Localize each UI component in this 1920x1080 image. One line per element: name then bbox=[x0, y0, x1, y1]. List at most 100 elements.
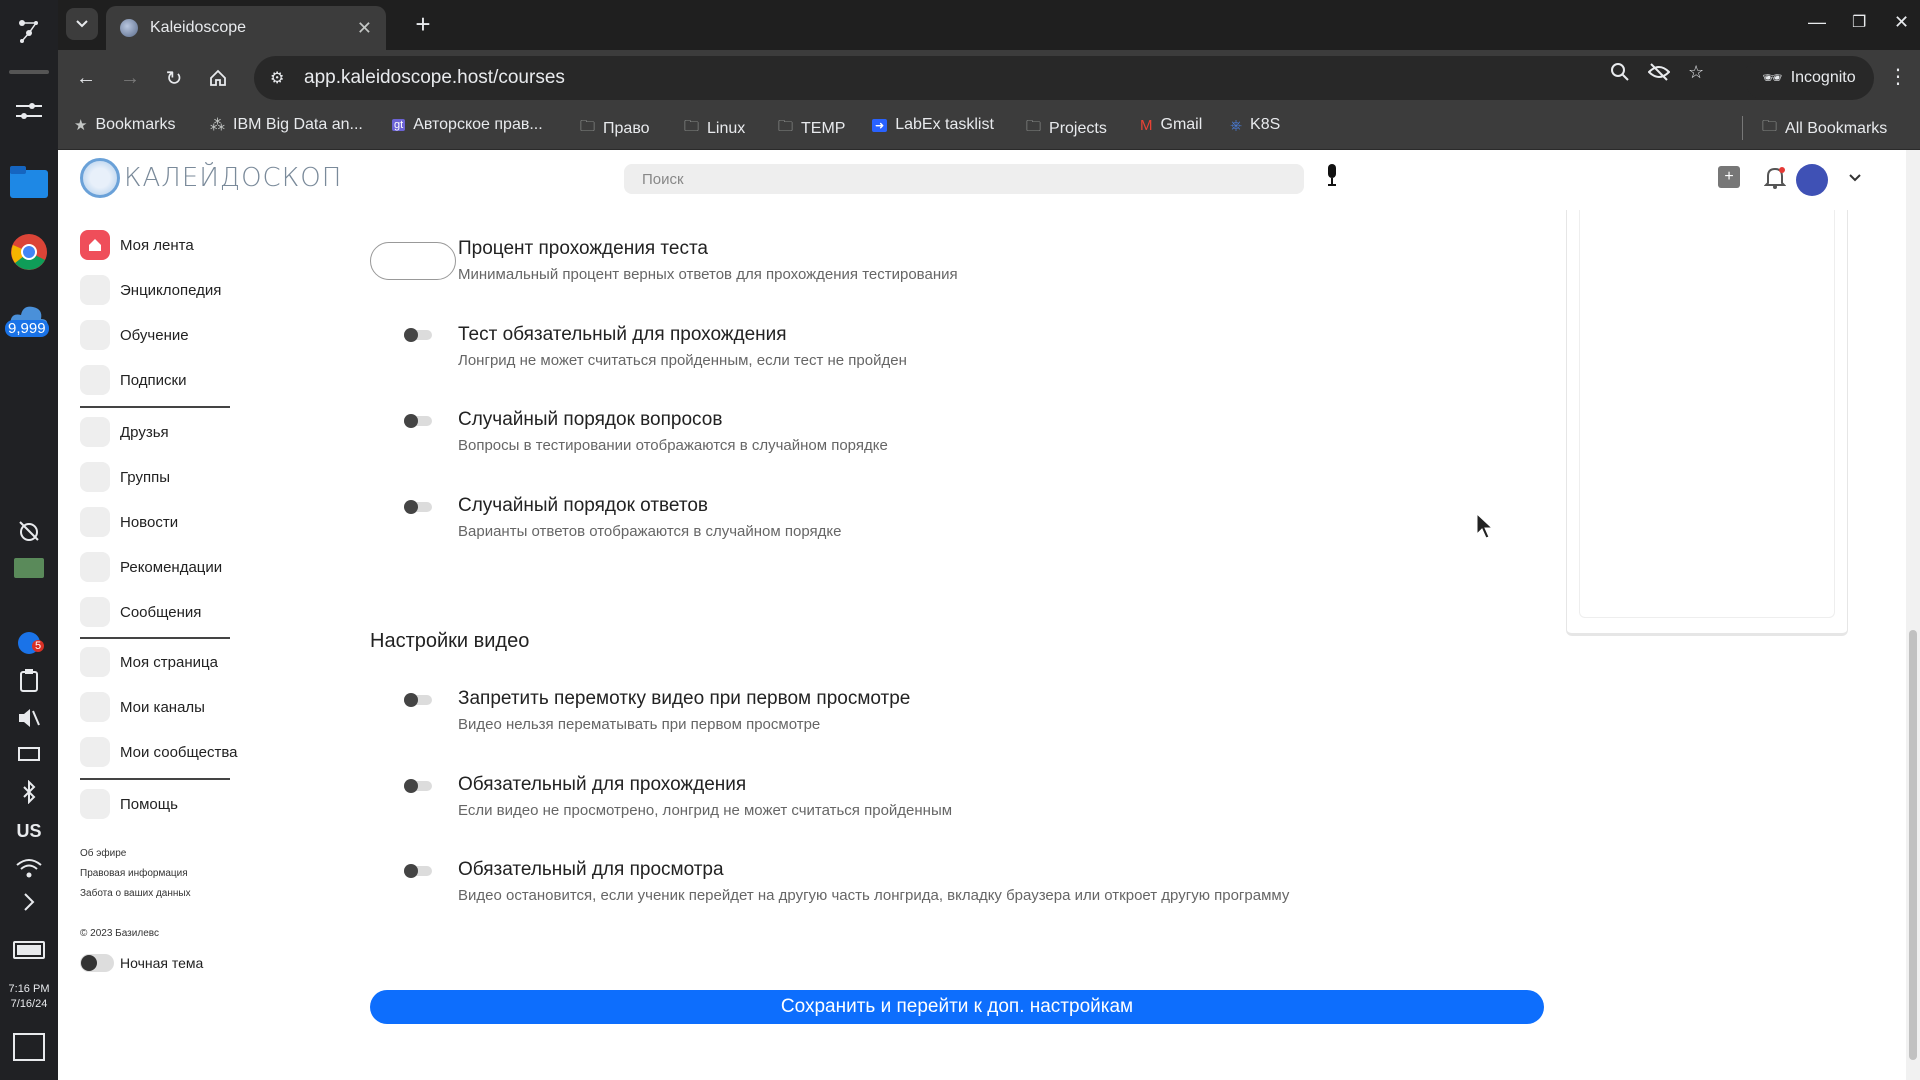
active-tab[interactable]: Kaleidoscope ✕ bbox=[106, 6, 386, 50]
mouse-cursor-icon bbox=[1476, 513, 1494, 539]
sidebar-item-news[interactable]: Новости bbox=[80, 507, 178, 537]
cloud-app-icon[interactable]: 9,999 bbox=[0, 290, 58, 342]
display-icon[interactable] bbox=[0, 742, 58, 766]
bookmark-star-icon[interactable]: ☆ bbox=[1688, 62, 1704, 83]
sidebar-item-feed[interactable]: Моя лента bbox=[80, 230, 194, 260]
sidebar-item-label: Группы bbox=[120, 468, 170, 486]
bookmark-item[interactable]: 🗀 Projects bbox=[1026, 116, 1107, 141]
incognito-indicator[interactable]: 🕶 Incognito bbox=[1744, 56, 1874, 100]
new-tab-button[interactable]: + bbox=[408, 10, 438, 40]
reload-icon[interactable]: ↻ bbox=[158, 62, 190, 94]
keyboard-layout[interactable]: US bbox=[0, 816, 58, 846]
restore-icon[interactable]: ❐ bbox=[1852, 12, 1866, 32]
sidebar-item-friends[interactable]: Друзья bbox=[80, 417, 169, 447]
random-questions-toggle[interactable] bbox=[404, 414, 432, 428]
site-info-icon[interactable]: ⚙ bbox=[270, 68, 292, 88]
browser-menu-icon[interactable]: ⋮ bbox=[1888, 64, 1908, 89]
sidebar-item-groups[interactable]: Группы bbox=[80, 462, 170, 492]
sidebar-item-label: Мои сообщества bbox=[120, 743, 238, 761]
sidebar-item-label: Энциклопедия bbox=[120, 281, 222, 299]
sidebar-item-learning[interactable]: Обучение bbox=[80, 320, 189, 350]
course-settings: Процент прохождения теста Минимальный пр… bbox=[368, 150, 1568, 1080]
tab-close-icon[interactable]: ✕ bbox=[357, 18, 372, 39]
sidebar-item-my-page[interactable]: Моя страница bbox=[80, 647, 218, 677]
sidebar-item-messages[interactable]: Сообщения bbox=[80, 597, 201, 627]
url-text[interactable]: app.kaleidoscope.host/courses bbox=[304, 67, 565, 89]
home-icon[interactable] bbox=[202, 62, 234, 94]
setting-desc: Видео нельзя перематывать при первом про… bbox=[458, 716, 821, 733]
window-close-icon[interactable]: ✕ bbox=[1894, 12, 1909, 33]
folder-icon: 🗀 bbox=[580, 118, 596, 135]
all-bookmarks[interactable]: 🗀 All Bookmarks bbox=[1762, 116, 1887, 141]
setting-title: Запретить перемотку видео при первом про… bbox=[458, 688, 911, 709]
zoom-icon[interactable] bbox=[1610, 62, 1630, 87]
footer-link-privacy[interactable]: Забота о ваших данных bbox=[80, 888, 191, 899]
clock-time[interactable]: 7:16 PM bbox=[0, 982, 58, 997]
bookmark-item[interactable]: ⁂ IBM Big Data an... bbox=[210, 116, 363, 134]
bookmark-item[interactable]: M Gmail bbox=[1140, 116, 1202, 134]
setting-video-required-pass: Обязательный для прохождения Если видео … bbox=[458, 774, 952, 819]
night-theme-switch[interactable] bbox=[80, 954, 114, 972]
bookmark-item[interactable]: ➜ LabEx tasklist bbox=[872, 116, 994, 134]
clipboard-icon[interactable] bbox=[0, 666, 58, 694]
show-desktop-icon[interactable] bbox=[0, 1030, 58, 1064]
bookmark-item[interactable]: 🗀 TEMP bbox=[778, 116, 845, 141]
video-required-pass-toggle[interactable] bbox=[404, 779, 432, 793]
save-and-continue-button[interactable]: Сохранить и перейти к доп. настройкам bbox=[370, 990, 1544, 1024]
volume-muted-icon[interactable] bbox=[0, 704, 58, 732]
avatar[interactable] bbox=[1796, 164, 1828, 196]
scrollbar-thumb[interactable] bbox=[1909, 630, 1917, 1060]
incognito-label: Incognito bbox=[1790, 69, 1856, 86]
footer-link-legal[interactable]: Правовая информация bbox=[80, 868, 188, 879]
site-logo[interactable]: КАЛЕЙДОСКОП bbox=[80, 158, 342, 198]
bookmark-item[interactable]: ⎈ K8S bbox=[1230, 116, 1280, 134]
tab-search-button[interactable] bbox=[66, 8, 98, 40]
sidebar-item-help[interactable]: Помощь bbox=[80, 789, 178, 819]
page-scrollbar[interactable] bbox=[1906, 150, 1920, 1080]
alarm-off-icon[interactable] bbox=[0, 516, 58, 546]
setting-title: Случайный порядок ответов bbox=[458, 495, 708, 516]
incognito-icon: 🕶 bbox=[1762, 70, 1783, 87]
chevron-down-icon[interactable] bbox=[1848, 170, 1862, 186]
bookmark-item[interactable]: gt Авторское прав... bbox=[392, 116, 543, 134]
expand-tray-icon[interactable] bbox=[0, 888, 58, 916]
forward-icon[interactable]: → bbox=[114, 62, 146, 94]
labex-icon: ➜ bbox=[872, 118, 888, 132]
test-required-toggle[interactable] bbox=[404, 328, 432, 342]
night-theme-toggle[interactable]: Ночная тема bbox=[80, 954, 203, 972]
files-app-icon[interactable] bbox=[0, 160, 58, 204]
random-answers-toggle[interactable] bbox=[404, 500, 432, 514]
clock-date[interactable]: 7/16/24 bbox=[0, 997, 58, 1012]
address-bar[interactable]: ⚙ app.kaleidoscope.host/courses bbox=[254, 56, 1794, 100]
sidebar-item-recommendations[interactable]: Рекомендации bbox=[80, 552, 222, 582]
sidebar-item-encyclopedia[interactable]: Энциклопедия bbox=[80, 275, 221, 305]
notification-app-icon[interactable]: 5 bbox=[0, 628, 58, 658]
launcher-icon[interactable] bbox=[0, 10, 58, 50]
bell-icon[interactable] bbox=[1764, 166, 1786, 190]
battery-icon bbox=[0, 936, 58, 964]
sidebar-item-my-channels[interactable]: Мои каналы bbox=[80, 692, 205, 722]
sidebar-item-label: Подписки bbox=[120, 371, 187, 389]
bookmark-item[interactable]: 🗀 Право bbox=[580, 116, 650, 141]
tracking-eye-off-icon[interactable] bbox=[1647, 62, 1671, 87]
chrome-app-icon[interactable] bbox=[0, 228, 58, 276]
settings-sliders-icon[interactable] bbox=[0, 92, 58, 132]
photo-app-icon[interactable] bbox=[0, 556, 58, 580]
minimize-icon[interactable]: — bbox=[1808, 12, 1826, 33]
wifi-icon[interactable] bbox=[0, 854, 58, 882]
pass-percent-input[interactable] bbox=[370, 242, 456, 280]
bookmark-item[interactable]: ★ Bookmarks bbox=[74, 116, 175, 134]
bookmark-item[interactable]: 🗀 Linux bbox=[684, 116, 745, 141]
footer-link-about[interactable]: Об эфире bbox=[80, 848, 126, 859]
sidebar-item-my-communities[interactable]: Мои сообщества bbox=[80, 737, 238, 767]
video-required-view-toggle[interactable] bbox=[404, 864, 432, 878]
recommendations-icon bbox=[80, 552, 110, 582]
bluetooth-icon[interactable] bbox=[0, 778, 58, 806]
back-icon[interactable]: ← bbox=[70, 62, 102, 94]
sidebar-item-subscriptions[interactable]: Подписки bbox=[80, 365, 187, 395]
night-theme-label: Ночная тема bbox=[120, 955, 204, 971]
disable-seek-toggle[interactable] bbox=[404, 693, 432, 707]
friends-icon bbox=[80, 417, 110, 447]
cloud-badge: 9,999 bbox=[5, 320, 49, 337]
create-post-icon[interactable]: + bbox=[1718, 166, 1740, 188]
